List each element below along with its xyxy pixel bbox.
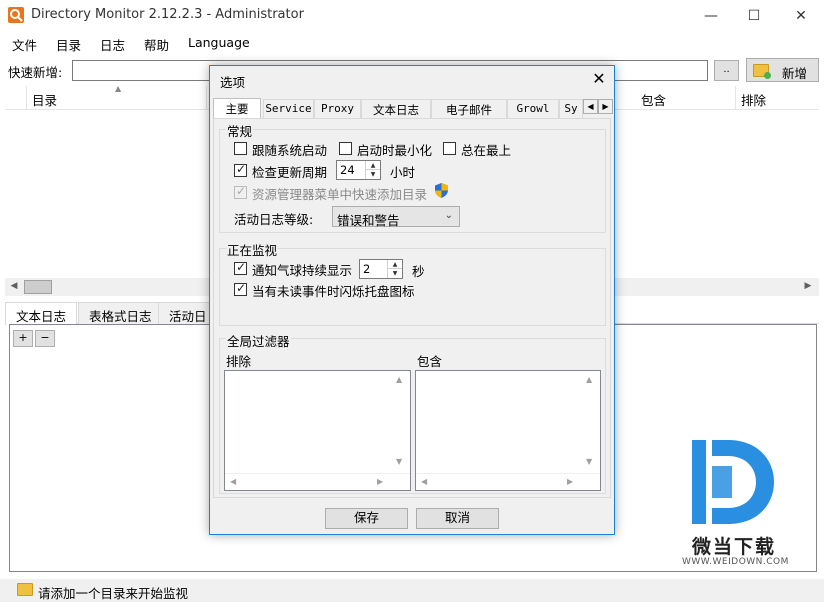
maximize-button[interactable]: ☐: [731, 0, 777, 31]
exclude-filter-label: 排除: [226, 354, 252, 369]
add-button-label: 新增: [782, 66, 808, 81]
main-tab-page: 常规 跟随系统启动 启动时最小化 总在最上 检查更新周期 24 ▲ ▼ 小时 资…: [213, 118, 611, 498]
update-interval-unit: 小时: [390, 165, 416, 180]
balloon-duration-stepper[interactable]: 2 ▲ ▼: [359, 259, 403, 279]
check-updates-checkbox[interactable]: [234, 162, 247, 177]
expand-button[interactable]: +: [13, 330, 33, 347]
folder-icon: [17, 583, 33, 596]
start-minimized-checkbox[interactable]: [339, 142, 352, 155]
monitoring-group-label: 正在监视: [226, 240, 279, 259]
spin-up-icon[interactable]: ▲: [387, 260, 402, 269]
tab-text-log[interactable]: 文本日志: [5, 302, 78, 325]
tab-system[interactable]: Sy: [559, 99, 583, 118]
scroll-up-icon[interactable]: ▲: [396, 375, 402, 384]
tab-table-log[interactable]: 表格式日志: [78, 302, 163, 324]
tab-service[interactable]: Service: [263, 99, 314, 118]
grid-col-directory[interactable]: 目录 ▲: [27, 84, 207, 110]
menu-directory[interactable]: 目录: [56, 35, 81, 54]
explorer-menu-checkbox: [234, 184, 247, 199]
grid-col-spacer: [5, 86, 27, 110]
global-filter-group-label: 全局过滤器: [226, 331, 291, 350]
weidown-logo-icon: [688, 436, 778, 528]
exclude-horizontal-scrollbar[interactable]: ◀ ▶: [225, 473, 410, 490]
grid-col-directory-label: 目录: [32, 93, 58, 108]
tab-text-log-settings[interactable]: 文本日志: [361, 99, 431, 118]
start-minimized-label: 启动时最小化: [357, 143, 433, 158]
flash-tray-label: 当有未读事件时闪烁托盘图标: [252, 284, 415, 299]
include-horizontal-scrollbar[interactable]: ◀ ▶: [416, 473, 600, 490]
menu-log[interactable]: 日志: [100, 35, 125, 54]
cancel-button[interactable]: 取消: [416, 508, 499, 529]
tab-email[interactable]: 电子邮件: [431, 99, 507, 118]
exclude-filter-box[interactable]: ▲ ▼ ◀ ▶: [224, 370, 411, 491]
include-filter-box[interactable]: ▲ ▼ ◀ ▶: [415, 370, 601, 491]
balloon-label: 通知气球持续显示: [252, 263, 353, 278]
sort-asc-icon: ▲: [115, 84, 122, 93]
minimize-button[interactable]: —: [688, 0, 734, 31]
update-interval-value: 24: [340, 163, 355, 177]
include-filter-label: 包含: [417, 354, 443, 369]
scroll-up-icon[interactable]: ▲: [586, 375, 592, 384]
grid-col-include[interactable]: 包含: [636, 86, 736, 110]
chevron-down-icon: ⌄: [444, 210, 453, 221]
options-tab-strip: 主要 Service Proxy 文本日志 电子邮件 Growl Sy ◀ ▶: [213, 98, 613, 119]
watermark-url: WWW.WEIDOWN.COM: [682, 557, 789, 567]
spin-down-icon[interactable]: ▼: [365, 170, 380, 179]
options-dialog: 选项 ✕ 主要 Service Proxy 文本日志 电子邮件 Growl Sy…: [209, 65, 615, 535]
save-button[interactable]: 保存: [325, 508, 408, 529]
update-interval-stepper[interactable]: 24 ▲ ▼: [336, 160, 381, 180]
start-with-system-checkbox[interactable]: [234, 142, 247, 155]
grid-col-exclude[interactable]: 排除: [736, 86, 819, 110]
add-button[interactable]: 新增: [746, 58, 819, 82]
scroll-right-icon[interactable]: ▶: [377, 477, 383, 486]
scroll-down-icon[interactable]: ▼: [586, 457, 592, 466]
start-with-system-label: 跟随系统启动: [252, 143, 328, 158]
log-level-value: 错误和警告: [337, 213, 400, 228]
scroll-down-icon[interactable]: ▼: [396, 457, 402, 466]
dialog-close-icon[interactable]: ✕: [588, 69, 610, 91]
include-vertical-scrollbar[interactable]: ▲ ▼: [583, 371, 600, 471]
window-title: Directory Monitor 2.12.2.3 - Administrat…: [31, 7, 304, 22]
browse-button[interactable]: ..: [714, 60, 739, 81]
spin-down-icon[interactable]: ▼: [387, 269, 402, 278]
log-level-label: 活动日志等级:: [234, 212, 314, 227]
uac-shield-icon: [435, 183, 448, 198]
balloon-duration-value: 2: [363, 262, 371, 276]
tab-growl[interactable]: Growl: [507, 99, 559, 118]
scroll-thumb[interactable]: [24, 280, 52, 294]
tab-main[interactable]: 主要: [213, 98, 261, 119]
scroll-left-icon[interactable]: ◀: [9, 281, 19, 293]
general-group-label: 常规: [226, 121, 254, 140]
app-icon: [8, 7, 24, 23]
flash-tray-checkbox[interactable]: [234, 281, 247, 296]
tab-scroll-right-icon[interactable]: ▶: [598, 99, 613, 114]
scroll-right-icon[interactable]: ▶: [803, 281, 813, 293]
add-folder-icon: [753, 64, 771, 79]
collapse-button[interactable]: −: [35, 330, 55, 347]
quick-add-label: 快速新增:: [8, 65, 63, 80]
scroll-right-icon[interactable]: ▶: [567, 477, 573, 486]
title-bar: Directory Monitor 2.12.2.3 - Administrat…: [0, 0, 824, 31]
dialog-title: 选项: [220, 75, 246, 90]
tab-proxy[interactable]: Proxy: [314, 99, 361, 118]
explorer-menu-label: 资源管理器菜单中快速添加目录: [252, 187, 428, 202]
menu-bar: 文件 目录 日志 帮助 Language: [0, 31, 824, 54]
menu-help[interactable]: 帮助: [144, 35, 169, 54]
always-on-top-checkbox[interactable]: [443, 142, 456, 155]
close-button[interactable]: ✕: [778, 0, 824, 31]
balloon-duration-unit: 秒: [412, 264, 425, 279]
balloon-checkbox[interactable]: [234, 260, 247, 275]
menu-language[interactable]: Language: [188, 35, 250, 50]
menu-file[interactable]: 文件: [12, 35, 37, 54]
status-text: 请添加一个目录来开始监视: [38, 586, 189, 601]
scroll-left-icon[interactable]: ◀: [421, 477, 427, 486]
check-updates-label: 检查更新周期: [252, 165, 328, 180]
exclude-vertical-scrollbar[interactable]: ▲ ▼: [393, 371, 410, 471]
scroll-left-icon[interactable]: ◀: [230, 477, 236, 486]
spin-up-icon[interactable]: ▲: [365, 161, 380, 170]
tab-scroll-left-icon[interactable]: ◀: [583, 99, 598, 114]
log-level-select[interactable]: 错误和警告 ⌄: [332, 206, 460, 228]
always-on-top-label: 总在最上: [461, 143, 512, 158]
watermark-title: 微当下载: [692, 536, 777, 558]
